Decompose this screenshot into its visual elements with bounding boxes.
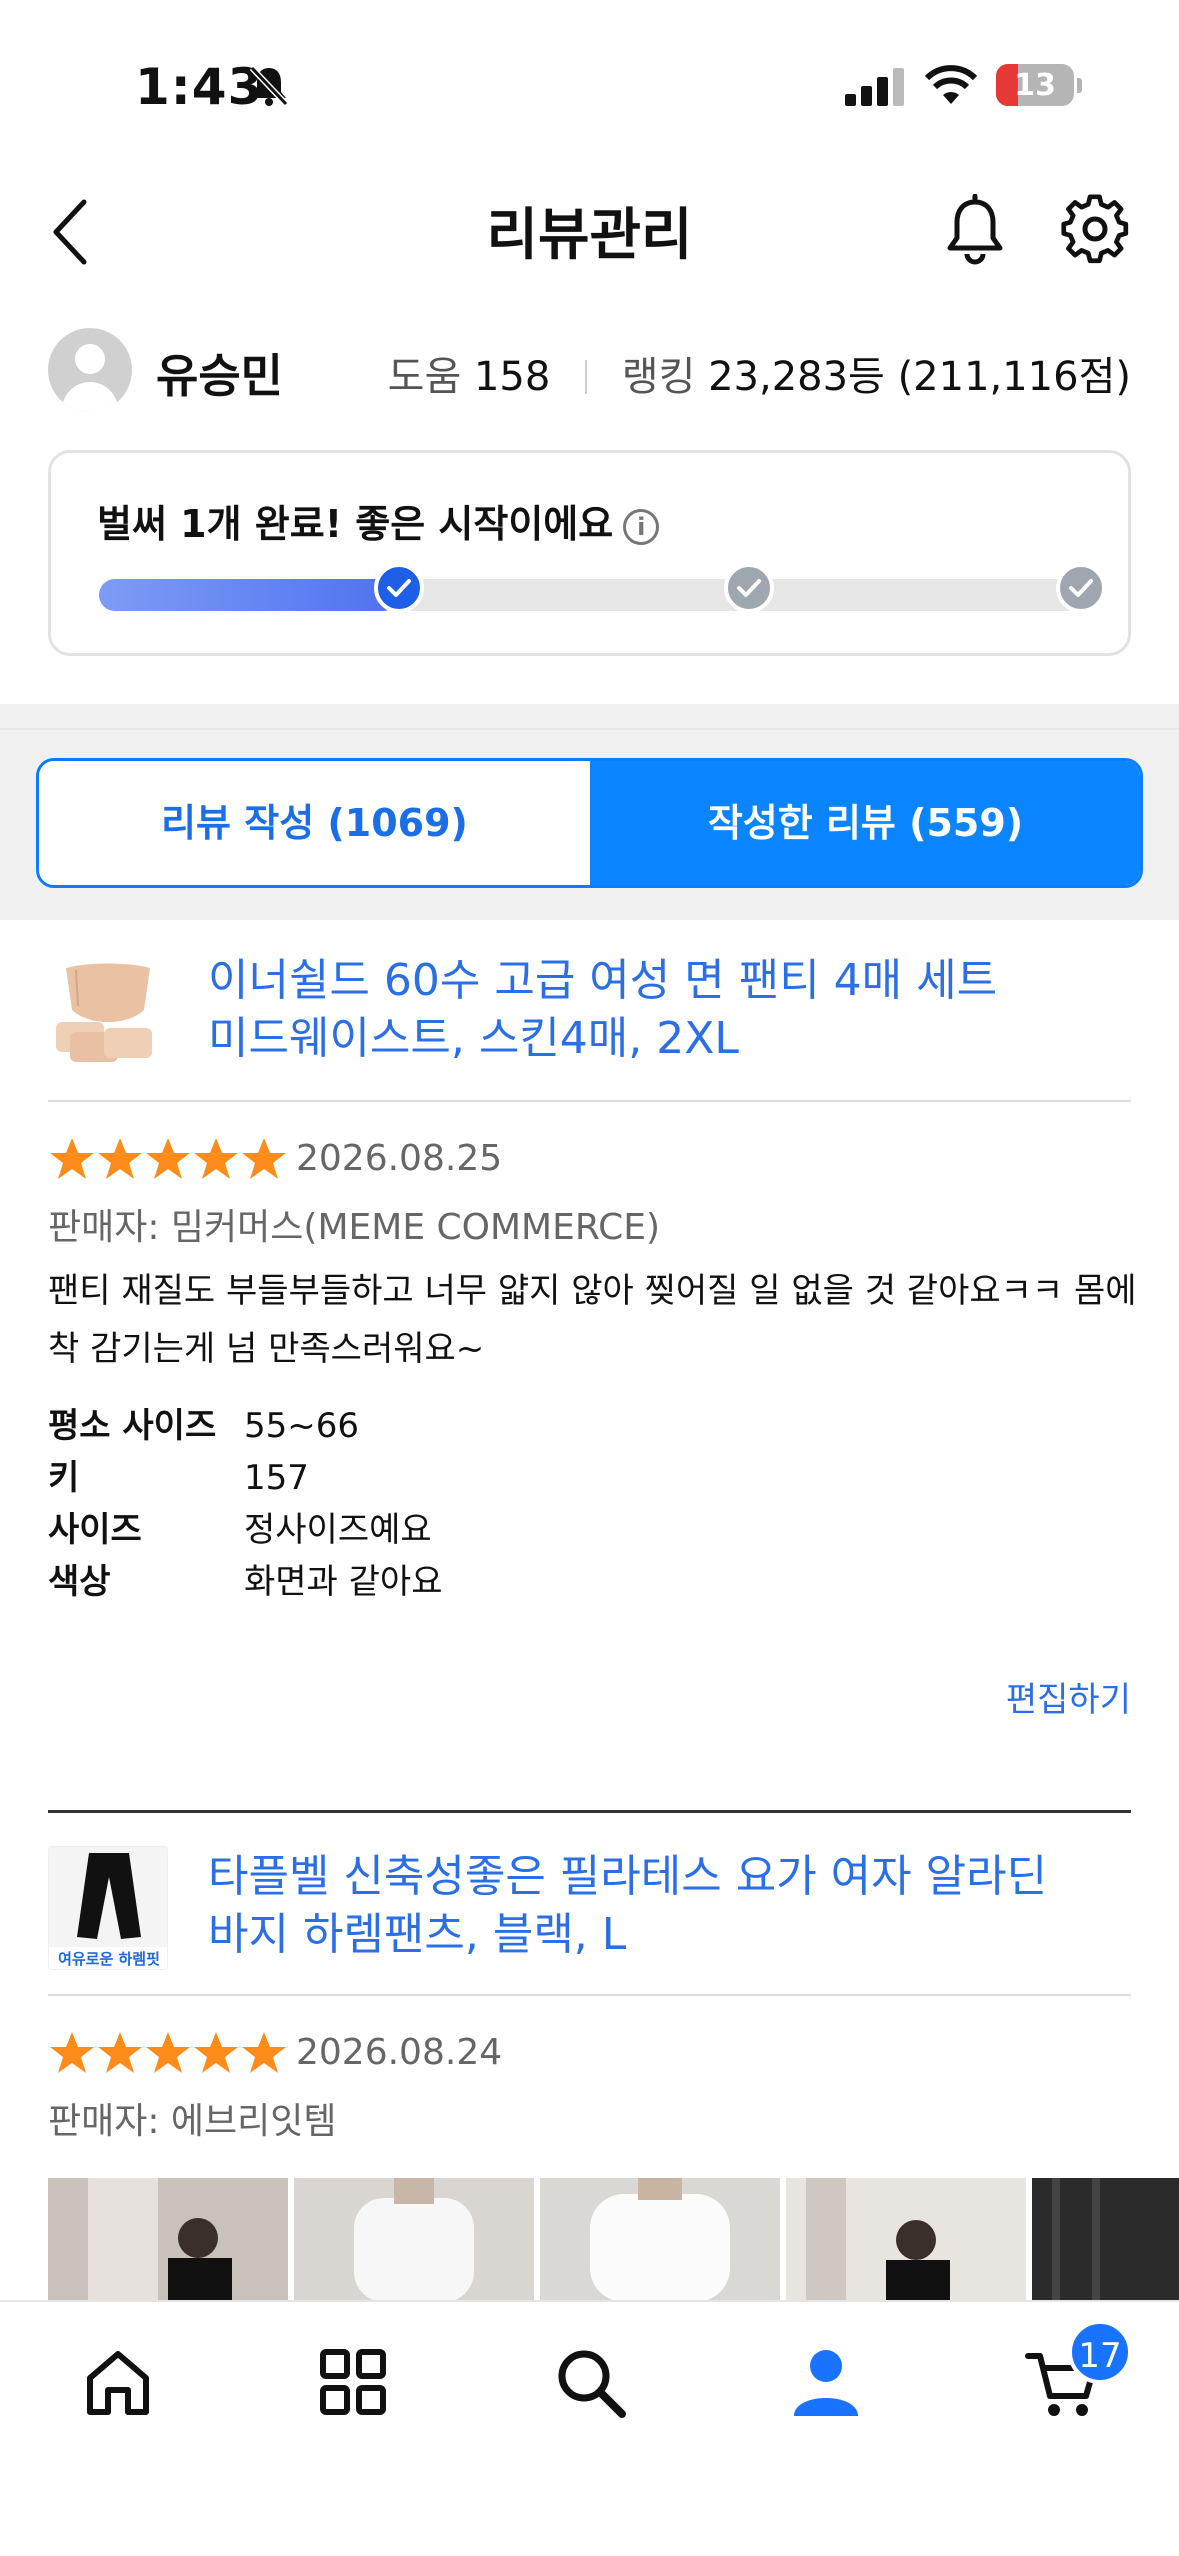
thumbnail-caption: 여유로운 하렘핏 <box>58 1950 160 1968</box>
cart-count-badge: 17 <box>1068 2320 1132 2384</box>
profile-stats: 도움 158 랭킹 23,283등 (211,116점) <box>388 344 1131 402</box>
wifi-icon <box>925 65 977 104</box>
review-photos <box>48 2178 1179 2302</box>
profile-icon[interactable] <box>786 2342 866 2422</box>
star-rating <box>48 1136 288 1180</box>
divider <box>48 1100 1131 1102</box>
review-date: 2026.08.24 <box>296 2032 503 2073</box>
tab-written-reviews[interactable]: 작성한 리뷰 (559) <box>590 761 1140 885</box>
review-photo[interactable] <box>1032 2178 1179 2302</box>
product-title[interactable]: 이너쉴드 60수 고급 여성 면 팬티 4매 세트 미드웨이스트, 스킨4매, … <box>208 952 1108 1068</box>
notification-bell-icon[interactable] <box>942 194 1008 266</box>
star-rating <box>48 2030 288 2074</box>
spec-row: 색상 화면과 같아요 <box>48 1562 443 1602</box>
category-grid-icon[interactable] <box>313 2342 393 2422</box>
review-photo[interactable] <box>294 2178 534 2302</box>
review-progress-card: 벌써 1개 완료! 좋은 시작이에요 i <box>48 450 1131 656</box>
status-bar: 1:43 13 <box>0 0 1179 170</box>
battery-cap <box>1077 78 1082 93</box>
seller-name: 판매자: 에브리잇템 <box>48 2101 337 2142</box>
info-icon[interactable]: i <box>623 509 660 545</box>
battery-icon: 13 <box>996 64 1074 106</box>
star-icon <box>242 1138 286 1179</box>
bottom-navigation <box>0 2300 1179 2556</box>
star-icon <box>146 2032 190 2073</box>
rank-value: 23,283등 (211,116점) <box>708 354 1131 400</box>
user-name: 유승민 <box>156 349 283 403</box>
avatar[interactable] <box>48 328 132 412</box>
stats-divider <box>585 360 588 394</box>
review-specs: 평소 사이즈 55~66 키 157 사이즈 정사이즈예요 색상 화면과 같아요 <box>48 1400 443 1608</box>
spec-row: 키 157 <box>48 1458 309 1498</box>
divider <box>48 1994 1131 1996</box>
star-icon <box>98 2032 142 2073</box>
progress-track <box>99 579 1099 611</box>
review-date: 2026.08.25 <box>296 1138 503 1179</box>
settings-gear-icon[interactable] <box>1060 194 1130 264</box>
star-icon <box>146 1138 190 1179</box>
cellular-signal-icon <box>845 68 904 106</box>
help-label: 도움 <box>387 354 462 400</box>
star-icon <box>50 2032 94 2073</box>
spec-row: 사이즈 정사이즈예요 <box>48 1510 432 1550</box>
battery-level: 13 <box>1014 68 1056 103</box>
home-icon[interactable] <box>78 2342 158 2422</box>
progress-step-check-icon <box>374 563 424 613</box>
star-icon <box>242 2032 286 2073</box>
section-divider <box>48 1810 1131 1813</box>
review-photo[interactable] <box>786 2178 1026 2302</box>
product-title[interactable]: 타플벨 신축성좋은 필라테스 요가 여자 알라딘 바지 하렘팬츠, 블랙, L <box>208 1848 1108 1964</box>
help-count: 158 <box>473 354 551 400</box>
search-icon[interactable] <box>550 2342 630 2422</box>
spec-row: 평소 사이즈 55~66 <box>48 1406 360 1446</box>
progress-message: 벌써 1개 완료! 좋은 시작이에요 i <box>97 493 660 548</box>
review-photo[interactable] <box>48 2178 288 2302</box>
bell-muted-icon <box>249 65 289 107</box>
top-navigation-bar: 리뷰관리 <box>0 170 1179 290</box>
seller-name: 판매자: 밈커머스(MEME COMMERCE) <box>48 1207 661 1248</box>
star-icon <box>194 2032 238 2073</box>
review-text: 팬티 재질도 부들부들하고 너무 얇지 않아 찢어질 일 없을 것 같아요ㅋㅋ … <box>48 1271 1137 1369</box>
progress-step-check-icon <box>1056 563 1106 613</box>
review-photo[interactable] <box>540 2178 780 2302</box>
star-icon <box>50 1138 94 1179</box>
progress-step-check-icon <box>724 563 774 613</box>
status-time: 1:43 <box>135 58 264 116</box>
star-icon <box>194 1138 238 1179</box>
review-tabs: 리뷰 작성 (1069) 작성한 리뷰 (559) <box>36 758 1143 888</box>
product-thumbnail[interactable]: 여유로운 하렘핏 <box>48 1846 168 1970</box>
profile-summary: 유승민 도움 158 랭킹 23,283등 (211,116점) <box>48 320 1131 420</box>
edit-review-link[interactable]: 편집하기 <box>1006 1672 1131 1721</box>
product-thumbnail[interactable] <box>48 948 168 1072</box>
progress-fill <box>99 579 399 611</box>
rank-label: 랭킹 <box>621 354 696 400</box>
tab-write-review[interactable]: 리뷰 작성 (1069) <box>39 761 590 885</box>
star-icon <box>98 1138 142 1179</box>
